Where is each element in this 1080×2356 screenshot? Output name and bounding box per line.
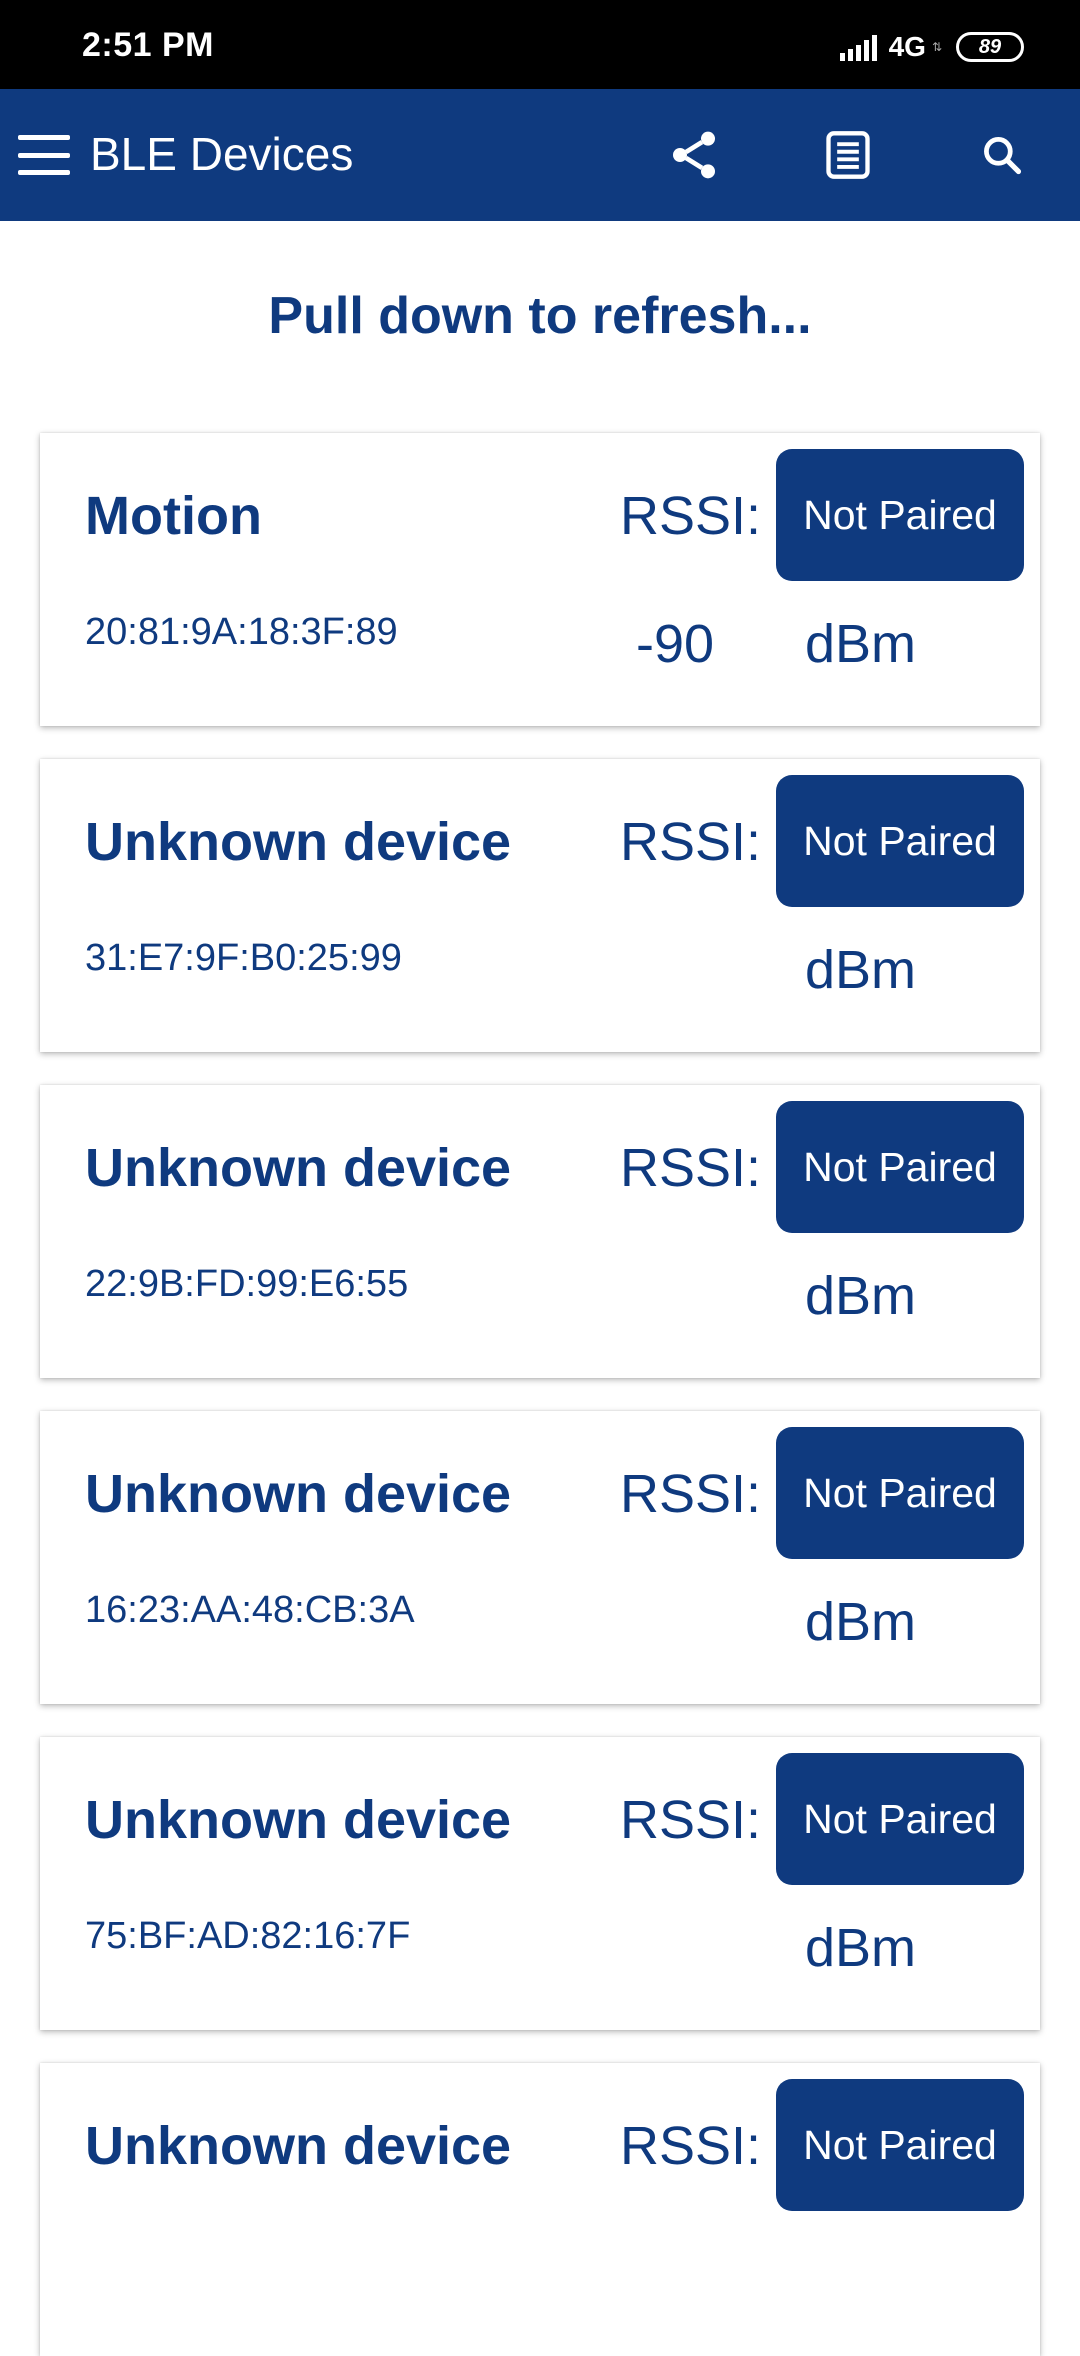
pair-status-button[interactable]: Not Paired [776, 1753, 1024, 1885]
device-mac-address: 20:81:9A:18:3F:89 [85, 611, 398, 653]
rssi-label: RSSI: [620, 2116, 762, 2176]
device-card[interactable]: Unknown device 31:E7:9F:B0:25:99 RSSI: d… [40, 759, 1040, 1052]
device-name: Unknown device [85, 1790, 512, 1850]
pair-status-button[interactable]: Not Paired [776, 2079, 1024, 2211]
signal-icon [839, 33, 877, 61]
status-time: 2:51 PM [82, 26, 214, 64]
rssi-label: RSSI: [620, 1790, 762, 1850]
rssi-unit: dBm [805, 1592, 917, 1652]
device-mac-address: 16:23:AA:48:CB:3A [85, 1589, 415, 1631]
device-card[interactable]: Unknown device 22:9B:FD:99:E6:55 RSSI: d… [40, 1085, 1040, 1378]
pair-status-button[interactable]: Not Paired [776, 449, 1024, 581]
device-card[interactable]: Unknown device RSSI: Not Paired [40, 2063, 1040, 2356]
device-mac-address: 22:9B:FD:99:E6:55 [85, 1263, 409, 1305]
device-mac-address: 75:BF:AD:82:16:7F [85, 1915, 411, 1957]
rssi-label: RSSI: [620, 812, 762, 872]
menu-icon[interactable] [18, 135, 70, 175]
search-icon [984, 137, 1022, 175]
app-title: BLE Devices [90, 128, 354, 180]
log-list-button[interactable] [818, 125, 878, 185]
rssi-value: -90 [635, 614, 715, 674]
battery-icon: 89 [956, 32, 1024, 62]
device-card[interactable]: Unknown device 75:BF:AD:82:16:7F RSSI: d… [40, 1737, 1040, 2030]
device-name: Unknown device [85, 812, 512, 872]
data-activity-icon: ⇅ [931, 40, 942, 54]
rssi-unit: dBm [805, 940, 917, 1000]
device-mac-address: 31:E7:9F:B0:25:99 [85, 937, 402, 979]
device-card[interactable]: Unknown device 16:23:AA:48:CB:3A RSSI: d… [40, 1411, 1040, 1704]
share-icon [673, 131, 715, 179]
pair-status-button[interactable]: Not Paired [776, 1101, 1024, 1233]
pull-to-refresh-hint: Pull down to refresh... [268, 287, 812, 345]
rssi-label: RSSI: [620, 1464, 762, 1524]
network-type: 4G [888, 31, 926, 62]
rssi-label: RSSI: [620, 1138, 762, 1198]
rssi-unit: dBm [805, 1266, 917, 1326]
search-button[interactable] [972, 125, 1032, 185]
battery-level: 89 [978, 35, 1002, 58]
pair-status-button[interactable]: Not Paired [776, 775, 1024, 907]
device-name: Unknown device [85, 2116, 512, 2176]
rssi-unit: dBm [805, 1918, 917, 1978]
share-button[interactable] [664, 125, 724, 185]
status-indicators: 4G ⇅ 89 [839, 30, 1024, 64]
status-bar: 2:51 PM 4G ⇅ 89 [0, 0, 1080, 89]
device-name: Unknown device [85, 1464, 512, 1524]
rssi-label: RSSI: [620, 486, 762, 546]
device-card[interactable]: Motion 20:81:9A:18:3F:89 RSSI: -90 dBm N… [40, 433, 1040, 726]
rssi-unit: dBm [805, 614, 917, 674]
app-bar: BLE Devices [0, 89, 1080, 221]
device-name: Unknown device [85, 1138, 512, 1198]
device-name: Motion [85, 486, 262, 546]
pair-status-button[interactable]: Not Paired [776, 1427, 1024, 1559]
list-icon [826, 131, 870, 179]
